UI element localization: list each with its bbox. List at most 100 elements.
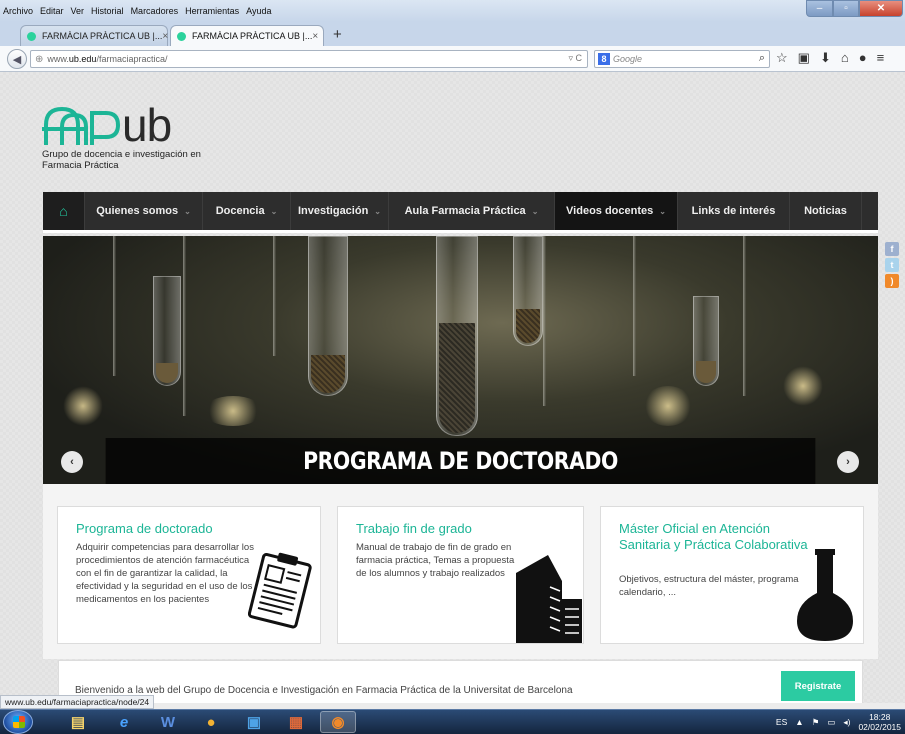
close-window-button[interactable]: ✕ (859, 0, 903, 17)
status-bar: www.ub.edu/farmaciapractica/node/24 (0, 695, 155, 709)
browser-menubar: Archivo Editar Ver Historial Marcadores … (0, 0, 905, 22)
test-tube (693, 296, 719, 386)
twitter-icon[interactable]: t (885, 258, 899, 272)
minimize-button[interactable]: – (806, 0, 833, 17)
word-icon[interactable]: W (150, 711, 186, 733)
card-programa-doctorado[interactable]: Programa de doctorado Adquirir competenc… (57, 506, 321, 644)
test-tube (153, 276, 181, 386)
card-master-oficial[interactable]: Máster Oficial en Atención Sanitaria y P… (600, 506, 864, 644)
media-player-icon[interactable]: ▣ (236, 711, 272, 733)
chevron-down-icon: ⌄ (659, 206, 666, 216)
url-path: /farmaciapractica/ (96, 54, 168, 64)
card-title[interactable]: Trabajo fin de grado (356, 521, 472, 537)
action-center-flag-icon[interactable]: ⚑ (812, 717, 820, 728)
nav-noticias[interactable]: Noticias (790, 192, 862, 230)
menu-ver[interactable]: Ver (71, 6, 85, 16)
show-hidden-icons-icon[interactable]: ▲ (795, 717, 803, 727)
bookmark-star-icon[interactable]: ☆ (776, 50, 788, 66)
internet-explorer-icon[interactable]: e (106, 711, 142, 733)
rss-icon[interactable]: ) (885, 274, 899, 288)
chevron-down-icon: ⌄ (184, 206, 191, 216)
slider-next-button[interactable]: › (837, 451, 859, 473)
tab-farmacia-2[interactable]: FARMÀCIA PRÀCTICA UB |... × (170, 25, 324, 46)
close-tab-icon[interactable]: × (162, 31, 168, 42)
card-body: Adquirir competencias para desarrollar l… (76, 542, 254, 605)
facebook-icon[interactable]: f (885, 242, 899, 256)
slider-caption: PROGRAMA DE DOCTORADO (105, 438, 816, 484)
nav-investigacion[interactable]: Investigación ⌄ (291, 192, 389, 230)
main-nav: ⌂ Quienes somos ⌄ Docencia ⌄ Investigación… (43, 192, 878, 230)
windows-taskbar: ▤ e W ● ▣ ▦ ◉ ES ▲ ⚑ ▭ ◂) 18:28 02/02/20… (0, 709, 905, 734)
bokeh-light (783, 366, 823, 406)
chevron-down-icon: ⌄ (374, 206, 381, 216)
nav-links-de-interes[interactable]: Links de interés (678, 192, 790, 230)
system-tray: ES ▲ ⚑ ▭ ◂) 18:28 02/02/2015 (776, 710, 901, 734)
home-icon[interactable]: ⌂ (43, 192, 85, 230)
presentation-icon[interactable]: ▦ (278, 711, 314, 733)
nav-label: Links de interés (691, 205, 776, 217)
nav-label: Quienes somos (96, 205, 179, 217)
slider-prev-button[interactable]: ‹ (61, 451, 83, 473)
menu-historial[interactable]: Historial (91, 6, 124, 16)
glass-rod (113, 236, 116, 376)
close-tab-icon[interactable]: × (312, 31, 318, 42)
download-icon[interactable]: ⬇ (820, 50, 831, 66)
search-icon[interactable]: ⌕ (759, 52, 765, 65)
google-engine-icon[interactable]: 8 (598, 53, 610, 65)
network-icon[interactable]: ▭ (827, 717, 835, 728)
test-tube (513, 236, 543, 346)
nav-label: Docencia (215, 205, 265, 217)
register-button[interactable]: Registrate (781, 671, 855, 701)
card-body: Manual de trabajo de fin de grado en far… (356, 542, 515, 579)
bokeh-light (63, 386, 103, 426)
globe-icon: ⊕ (35, 53, 44, 65)
new-tab-button[interactable]: + (333, 26, 342, 43)
firefox-icon[interactable]: ◉ (320, 711, 356, 733)
bokeh-light (643, 386, 693, 426)
search-bar[interactable]: 8 Google ⌕ (594, 50, 770, 68)
maximize-button[interactable]: ▫ (833, 0, 859, 17)
flask-icon (797, 549, 853, 641)
card-title[interactable]: Programa de doctorado (76, 521, 213, 537)
test-tube (436, 236, 478, 436)
volume-icon[interactable]: ◂) (843, 717, 850, 728)
nav-videos-docentes[interactable]: Videos docentes ⌄ (555, 192, 678, 230)
nav-label: Noticias (804, 205, 847, 217)
card-title[interactable]: Máster Oficial en Atención Sanitaria y P… (619, 521, 809, 553)
nav-divider (43, 230, 878, 233)
chevron-down-icon: ⌄ (531, 206, 539, 216)
chrome-icon[interactable]: ● (193, 711, 229, 733)
chevron-down-icon: ⌄ (270, 206, 278, 216)
navigation-toolbar: ◀ ⊕ www. ub.edu/farmaciapractica/ ▿ C 8 G… (0, 46, 905, 72)
site-favicon-icon (27, 31, 36, 41)
menu-icon[interactable]: ≡ (877, 50, 885, 66)
nav-quienes-somos[interactable]: Quienes somos ⌄ (85, 192, 203, 230)
chat-icon[interactable]: ● (859, 50, 867, 66)
site-favicon-icon (177, 31, 186, 41)
glass-rod (743, 236, 746, 396)
hero-slider[interactable]: PROGRAMA DE DOCTORADO ‹ › (43, 236, 878, 484)
reading-list-icon[interactable]: ▣ (798, 50, 810, 66)
reload-icon[interactable]: ▿ C (568, 53, 582, 64)
language-indicator[interactable]: ES (776, 717, 787, 727)
url-prefix: www. (47, 54, 69, 64)
menu-editar[interactable]: Editar (40, 6, 64, 16)
menu-archivo[interactable]: Archivo (3, 6, 33, 16)
back-button[interactable]: ◀ (7, 49, 27, 69)
nav-aula-farmacia-practica[interactable]: Aula Farmacia Práctica ⌄ (389, 192, 555, 230)
menu-marcadores[interactable]: Marcadores (131, 6, 179, 16)
home-icon[interactable]: ⌂ (841, 50, 849, 66)
tab-farmacia-1[interactable]: FARMÀCIA PRÀCTICA UB |... × (20, 25, 168, 46)
nav-docencia[interactable]: Docencia ⌄ (203, 192, 291, 230)
card-trabajo-fin-grado[interactable]: Trabajo fin de grado Manual de trabajo d… (337, 506, 584, 644)
file-explorer-icon[interactable]: ▤ (60, 711, 96, 733)
menu-herramientas[interactable]: Herramientas (185, 6, 239, 16)
site-logo[interactable]: ub Grupo de docencia e investigación en … (42, 99, 212, 171)
tab-title: FARMÀCIA PRÀCTICA UB |... (42, 31, 163, 41)
url-bar[interactable]: ⊕ www. ub.edu/farmaciapractica/ ▿ C (30, 50, 588, 68)
clock[interactable]: 18:28 02/02/2015 (858, 712, 901, 732)
start-button[interactable] (3, 710, 33, 734)
menu-ayuda[interactable]: Ayuda (246, 6, 271, 16)
windows-logo-icon (13, 716, 25, 728)
logo-ub-text: ub (122, 99, 172, 151)
